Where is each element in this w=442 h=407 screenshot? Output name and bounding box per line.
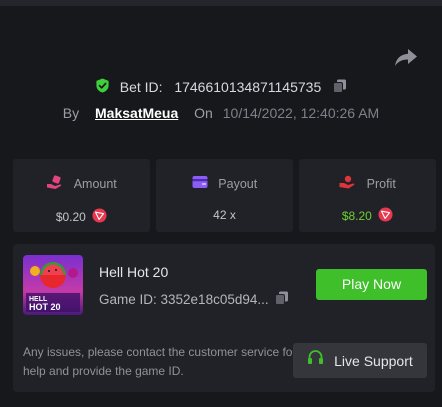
- copy-game-id-icon[interactable]: [272, 291, 289, 308]
- payout-card: Payout 42 x: [156, 159, 293, 232]
- live-support-label: Live Support: [334, 352, 413, 369]
- on-label: On: [194, 105, 213, 121]
- bet-id-value: 1746610134871145735: [174, 79, 322, 96]
- bet-id-label: Bet ID:: [119, 79, 163, 96]
- bet-id-line: Bet ID: 1746610134871145735: [0, 78, 442, 96]
- copy-bet-id-icon[interactable]: [325, 79, 347, 96]
- play-now-button[interactable]: Play Now: [316, 269, 427, 300]
- wallet-icon: [192, 175, 215, 192]
- payout-value: 42 x: [213, 207, 236, 222]
- game-id: Game ID: 3352e18c05d94...: [99, 291, 289, 308]
- by-label: By: [62, 105, 80, 121]
- bet-byline: By MaksatMeua On 10/14/2022, 12:40:26 AM: [0, 105, 442, 121]
- amount-card: Amount $0.20: [13, 159, 150, 232]
- thumb-title-line2: HOT 20: [29, 302, 61, 312]
- bet-datetime: 10/14/2022, 12:40:26 AM: [222, 105, 380, 121]
- headset-icon: [307, 344, 330, 379]
- profit-card: Profit $8.20: [299, 159, 436, 232]
- amount-label: Amount: [73, 177, 117, 191]
- amount-value: $0.20: [55, 210, 86, 224]
- support-notice: Any issues, please contact the customer …: [23, 345, 297, 378]
- verified-shield-icon: [95, 78, 116, 96]
- profit-value: $8.20: [341, 209, 372, 223]
- top-divider: [0, 0, 442, 6]
- trx-coin-icon: [375, 207, 393, 225]
- game-card: HELL HOT 20 Hell Hot 20 Game ID: 3352e18…: [13, 244, 435, 392]
- trx-coin-icon: [89, 208, 107, 226]
- game-thumbnail[interactable]: HELL HOT 20: [23, 255, 83, 315]
- profit-hand-icon: [339, 175, 363, 192]
- share-icon[interactable]: [394, 47, 418, 67]
- money-hand-icon: [46, 175, 70, 193]
- payout-label: Payout: [218, 176, 258, 191]
- game-name[interactable]: Hell Hot 20: [99, 264, 168, 280]
- game-id-text: Game ID: 3352e18c05d94...: [99, 292, 269, 307]
- username-link[interactable]: MaksatMeua: [95, 105, 178, 121]
- profit-label: Profit: [366, 176, 396, 191]
- live-support-button[interactable]: Live Support: [293, 343, 427, 378]
